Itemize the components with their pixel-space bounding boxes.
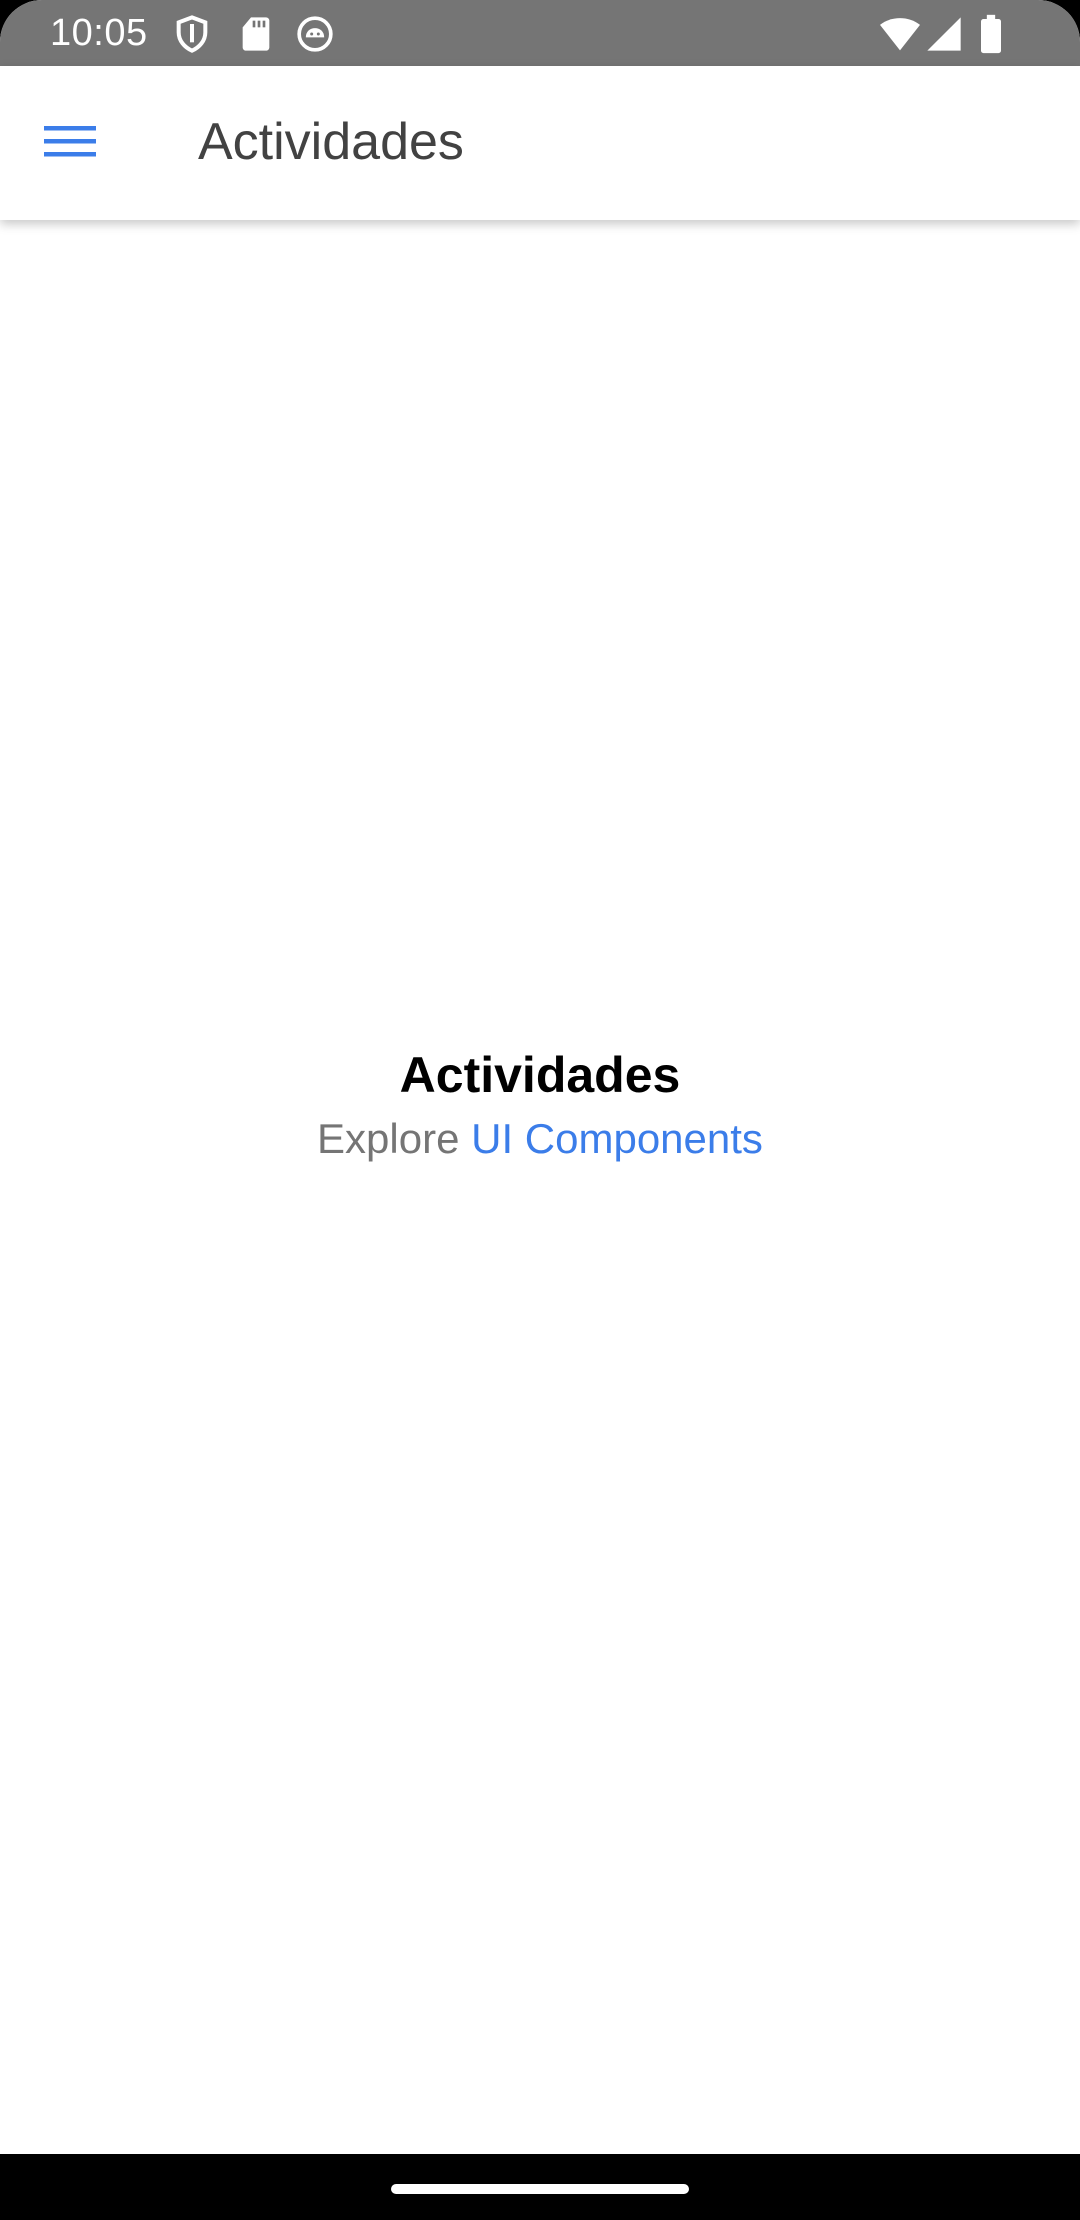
shield-icon: [172, 14, 212, 54]
status-time: 10:05: [50, 12, 148, 54]
sd-card-icon: [236, 14, 276, 54]
navigation-bar: [0, 2154, 1080, 2220]
placeholder-block: Actividades Explore UI Components: [0, 1045, 1080, 1165]
main-content: Actividades Explore UI Components: [0, 220, 1080, 2154]
home-gesture-handle[interactable]: [391, 2184, 689, 2194]
content-subtitle: Explore UI Components: [0, 1113, 1080, 1165]
signal-icon: [924, 14, 964, 54]
ui-components-link[interactable]: UI Components: [471, 1115, 763, 1162]
wifi-icon: [878, 14, 920, 54]
app-screen: 10:05 Actividades Actividades Explore UI…: [0, 0, 1080, 2220]
app-bar: Actividades: [0, 66, 1080, 220]
content-title: Actividades: [399, 1047, 681, 1103]
menu-icon: [44, 122, 96, 165]
subtitle-prefix: Explore: [317, 1115, 472, 1162]
status-bar: 10:05: [0, 0, 1080, 66]
battery-icon: [976, 14, 1016, 54]
menu-button[interactable]: [30, 103, 110, 183]
page-title: Actividades: [198, 113, 464, 171]
android-debug-icon: [295, 14, 335, 54]
